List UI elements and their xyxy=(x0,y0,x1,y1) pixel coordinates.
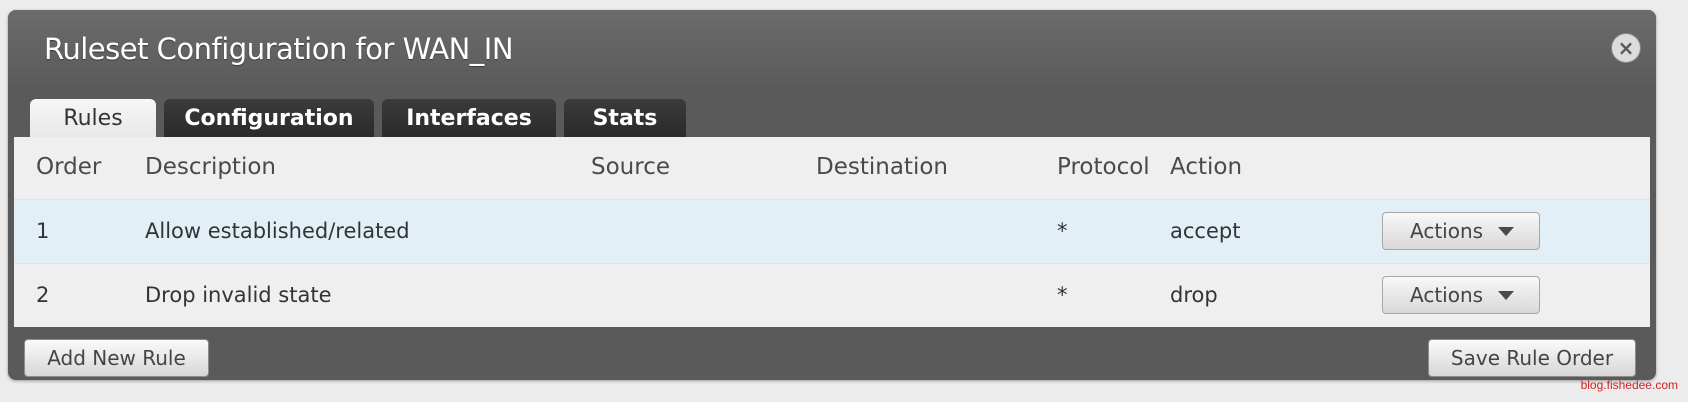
column-header-protocol[interactable]: Protocol xyxy=(1057,154,1150,180)
column-header-description[interactable]: Description xyxy=(145,154,276,180)
table-header: Order Description Source Destination Pro… xyxy=(14,137,1650,199)
cell-description: Allow established/related xyxy=(145,219,410,243)
table-row[interactable]: 2 Drop invalid state * drop Actions xyxy=(14,263,1650,327)
tab-rules[interactable]: Rules xyxy=(30,99,156,137)
save-rule-order-button[interactable]: Save Rule Order xyxy=(1428,339,1636,377)
dialog-titlebar: Ruleset Configuration for WAN_IN × xyxy=(8,10,1656,82)
column-header-destination[interactable]: Destination xyxy=(816,154,948,180)
dialog-title: Ruleset Configuration for WAN_IN xyxy=(44,32,514,66)
watermark-text: blog.fishedee.com xyxy=(1580,378,1678,392)
actions-dropdown-button[interactable]: Actions xyxy=(1382,276,1540,314)
column-header-order[interactable]: Order xyxy=(36,154,101,180)
tab-stats[interactable]: Stats xyxy=(564,99,686,137)
cell-order: 1 xyxy=(36,219,50,243)
caret-down-icon xyxy=(1498,291,1514,300)
cell-order: 2 xyxy=(36,283,50,307)
add-new-rule-button[interactable]: Add New Rule xyxy=(24,339,209,377)
actions-label: Actions xyxy=(1410,219,1484,243)
actions-dropdown-button[interactable]: Actions xyxy=(1382,212,1540,250)
rules-table: Order Description Source Destination Pro… xyxy=(14,137,1650,327)
ruleset-dialog: Ruleset Configuration for WAN_IN × Rules… xyxy=(8,10,1656,380)
tab-configuration[interactable]: Configuration xyxy=(164,99,374,137)
table-row[interactable]: 1 Allow established/related * accept Act… xyxy=(14,199,1650,263)
close-icon[interactable]: × xyxy=(1612,34,1640,62)
cell-protocol: * xyxy=(1057,219,1068,243)
cell-action: drop xyxy=(1170,283,1218,307)
cell-protocol: * xyxy=(1057,283,1068,307)
column-header-source[interactable]: Source xyxy=(591,154,670,180)
cell-action: accept xyxy=(1170,219,1241,243)
column-header-action[interactable]: Action xyxy=(1170,154,1242,180)
tab-interfaces[interactable]: Interfaces xyxy=(382,99,556,137)
actions-label: Actions xyxy=(1410,283,1484,307)
cell-description: Drop invalid state xyxy=(145,283,332,307)
dialog-footer: Add New Rule Save Rule Order xyxy=(8,327,1656,380)
caret-down-icon xyxy=(1498,227,1514,236)
